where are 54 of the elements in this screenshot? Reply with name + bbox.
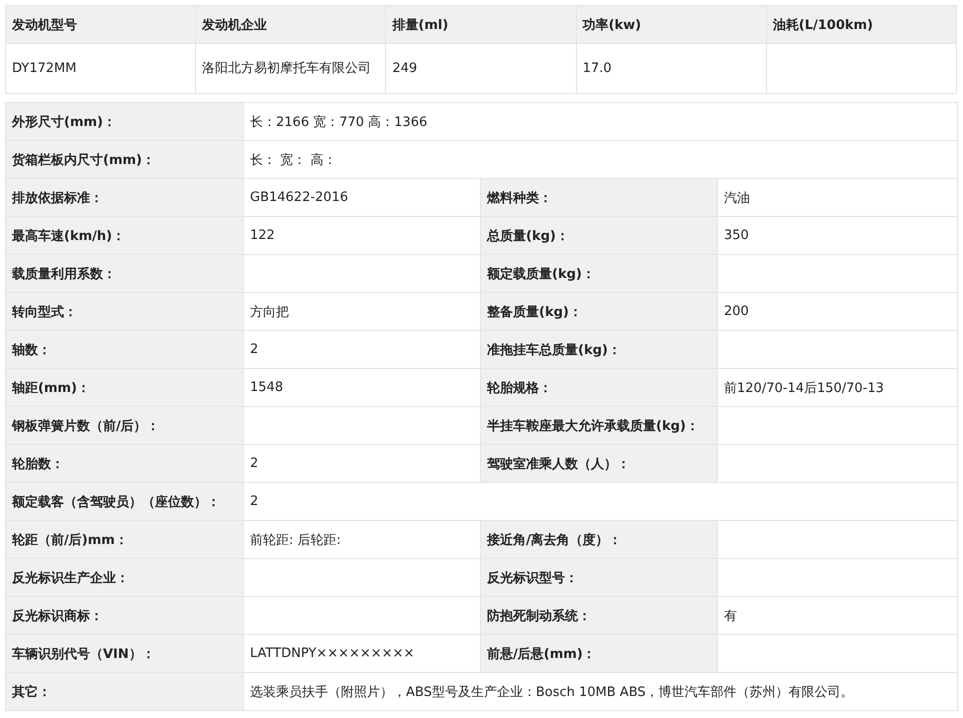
field-label: 准拖挂车总质量(kg)：	[487, 342, 621, 358]
field-value: 长：2166 宽：770 高：1366	[250, 114, 428, 130]
field-label: 载质量利用系数：	[12, 266, 116, 282]
column-header: 功率(kw)	[582, 18, 642, 32]
column-header: 排量(ml)	[392, 18, 448, 32]
field-label: 外形尺寸(mm)：	[12, 114, 116, 130]
field-value: GB14622-2016	[250, 190, 348, 205]
field-label: 轴数：	[12, 342, 51, 358]
field-label: 车辆识别代号（VIN）：	[12, 646, 155, 662]
field-value: 方向把	[250, 304, 289, 320]
field-label: 钢板弹簧片数（前/后）：	[12, 418, 160, 434]
field-label: 驾驶室准乘人数（人）：	[487, 456, 630, 472]
field-value: 有	[724, 608, 737, 624]
field-value: 长： 宽： 高：	[250, 152, 336, 168]
field-value: 2	[250, 494, 258, 509]
field-label: 最高车速(km/h)：	[12, 228, 126, 244]
field-value: 1548	[250, 380, 284, 395]
field-value: 200	[724, 304, 749, 319]
column-header: 油耗(L/100km)	[772, 18, 873, 32]
field-label: 半挂车鞍座最大允许承载质量(kg)：	[487, 418, 699, 434]
field-value: 350	[724, 228, 749, 243]
table-cell: 249	[392, 61, 418, 76]
field-label: 轴距(mm)：	[12, 380, 90, 396]
field-label: 其它：	[12, 684, 51, 700]
column-header: 发动机型号	[12, 18, 77, 32]
table-cell: 17.0	[582, 61, 612, 76]
field-value: 2	[250, 456, 258, 471]
field-label: 额定载质量(kg)：	[487, 266, 595, 282]
field-label: 转向型式：	[12, 304, 77, 320]
field-value: 汽油	[724, 190, 750, 206]
field-label: 货箱栏板内尺寸(mm)：	[12, 152, 155, 168]
field-label: 反光标识商标：	[12, 608, 103, 624]
field-label: 接近角/离去角（度）：	[487, 532, 622, 548]
field-value: 选装乘员扶手（附照片），ABS型号及生产企业：Bosch 10MB ABS，博世汽车部件（苏州）有限公司。	[250, 684, 854, 700]
column-header: 发动机企业	[202, 18, 268, 32]
field-label: 额定载客（含驾驶员）（座位数）：	[12, 494, 220, 510]
table-cell: DY172MM	[12, 61, 76, 76]
field-label: 整备质量(kg)：	[487, 304, 582, 320]
field-label: 前悬/后悬(mm)：	[487, 646, 596, 662]
field-value: 2	[250, 342, 258, 357]
field-label: 防抱死制动系统：	[487, 608, 591, 624]
field-value: 前120/70-14后150/70-13	[724, 380, 884, 396]
field-label: 总质量(kg)：	[487, 228, 569, 244]
field-label: 反光标识生产企业：	[12, 570, 129, 586]
field-value: LATTDNPY×××××××××	[250, 646, 414, 661]
field-label: 轮距（前/后)mm：	[12, 532, 128, 548]
field-label: 反光标识型号：	[487, 570, 578, 586]
field-label: 排放依据标准：	[12, 190, 103, 206]
table-cell: 洛阳北方易初摩托车有限公司	[202, 61, 372, 76]
field-value: 前轮距: 后轮距:	[250, 532, 341, 548]
field-value: 122	[250, 228, 275, 243]
field-label: 燃料种类：	[487, 190, 552, 206]
field-label: 轮胎数：	[12, 456, 64, 472]
field-label: 轮胎规格：	[487, 380, 552, 396]
